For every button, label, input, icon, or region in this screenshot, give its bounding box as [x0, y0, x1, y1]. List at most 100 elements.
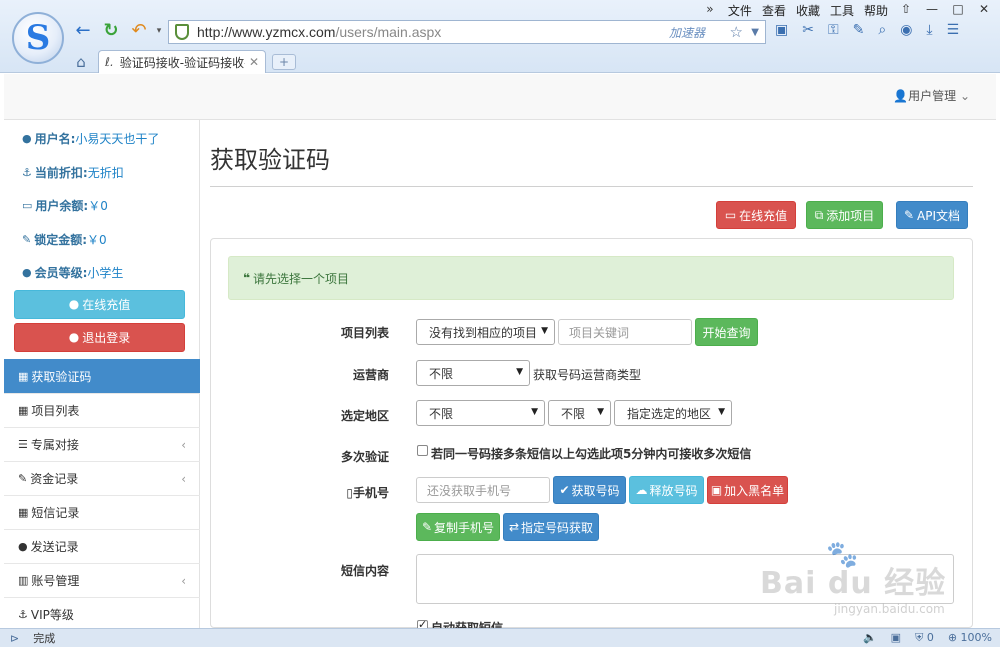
region-city-select[interactable]: 不限 ▼ [548, 400, 611, 426]
tab-title: 验证码接收-验证码接收平 [119, 55, 245, 70]
recharge-button[interactable]: ▭ 在线充值 [716, 201, 796, 229]
table-icon: ▦ [18, 404, 29, 417]
close-window-button[interactable]: ✕ [976, 2, 992, 19]
menu-view[interactable]: 查看 [762, 2, 786, 19]
edit-icon: ✎ [421, 520, 433, 534]
external-link-icon: ⧉ [814, 207, 824, 222]
multi-verify-checkbox[interactable] [417, 445, 428, 456]
accelerator-label[interactable]: 加速器 [669, 24, 705, 41]
title-divider [210, 186, 973, 187]
address-dropdown-icon[interactable]: ▼ [751, 27, 759, 38]
chat-icon[interactable]: ◉ [900, 22, 912, 38]
carrier-select[interactable]: 不限 ▼ [416, 360, 530, 386]
new-tab-button[interactable]: + [272, 54, 296, 70]
sidebar-item-funds[interactable]: ✎ 资金记录 ‹ [4, 461, 200, 495]
tab-close-icon[interactable]: ✕ [249, 55, 259, 69]
add-project-button[interactable]: ⧉ 添加项目 [806, 201, 883, 229]
skin-icon[interactable]: ⇧ [898, 2, 914, 19]
sidebar-item-vip[interactable]: ⚓ VIP等级 [4, 597, 200, 631]
info-balance: ▭ 用户余额: ￥0 [22, 199, 108, 214]
apple-icon: ● [18, 540, 28, 553]
mobile-icon: ▯ [346, 486, 353, 500]
security-shield-icon [175, 24, 189, 40]
tab-active[interactable]: ℓ. 验证码接收-验证码接收平 ✕ [98, 50, 266, 73]
menu-favorites[interactable]: 收藏 [796, 2, 820, 19]
pencil-icon: ✎ [18, 472, 28, 485]
caret-down-icon: ▼ [541, 326, 548, 336]
sidebar-toggle-icon[interactable]: ⊳ [10, 632, 19, 645]
menu-icon[interactable]: ☰ [947, 22, 960, 38]
user-icon: ● [22, 132, 32, 146]
logout-button[interactable]: ● 退出登录 [14, 322, 185, 352]
sidebar-item-sms-records[interactable]: ▦ 短信记录 [4, 495, 200, 529]
sound-icon[interactable]: 🔈 [863, 631, 877, 645]
scissors-icon[interactable]: ✂ [802, 22, 814, 38]
page-topbar: 👤用户管理 ⌄ [4, 74, 996, 120]
maximize-button[interactable]: □ [950, 2, 966, 19]
sidebar-item-exclusive[interactable]: ☰ 专属对接 ‹ [4, 427, 200, 461]
sidebar-item-account[interactable]: ▥ 账号管理 ‹ [4, 563, 200, 597]
chevron-left-icon: ‹ [181, 573, 186, 588]
sidebar-item-project-list[interactable]: ▦ 项目列表 [4, 393, 200, 427]
back-icon[interactable]: ← [72, 20, 94, 42]
menu-tools[interactable]: 工具 [830, 2, 854, 19]
edit-icon: ✎ [903, 208, 915, 222]
browser-logo[interactable]: S [12, 12, 64, 64]
caret-down-icon: ▼ [516, 367, 523, 377]
sidebar-item-get-code[interactable]: ▦ 获取验证码 [4, 359, 200, 393]
refresh-icon[interactable]: ↻ [100, 20, 122, 42]
menu-help[interactable]: 帮助 [864, 2, 888, 19]
release-number-button[interactable]: ☁ 释放号码 [629, 476, 704, 504]
home-icon[interactable]: ⌂ [70, 53, 92, 73]
key-icon[interactable]: ⚿ [828, 22, 839, 38]
chevron-left-icon: ‹ [181, 437, 186, 452]
search-tool-icon[interactable]: ⌕ [878, 22, 886, 38]
project-keyword-input[interactable]: 项目关键词 [558, 319, 692, 345]
minimize-button[interactable]: — [924, 2, 940, 19]
bar-chart-icon: ▥ [18, 574, 29, 587]
address-path: /users/main.aspx [335, 24, 442, 40]
browser-chrome: S » 文件 查看 收藏 工具 帮助 ⇧ — □ ✕ ← ↻ ↶ ▾ http:… [0, 0, 1000, 73]
sidebar-recharge-button[interactable]: ● 在线充值 [14, 289, 185, 319]
zoom-control[interactable]: ⊕ 100% [948, 631, 992, 645]
translate-icon[interactable]: ✎ [853, 22, 865, 38]
more-icon[interactable]: » [702, 2, 718, 19]
get-number-button[interactable]: ✔ 获取号码 [553, 476, 626, 504]
info-discount: ⚓ 当前折扣: 无折扣 [22, 165, 124, 180]
toolbar-icons: ▣ ✂ ⚿ ✎ ⌕ ◉ ⤓ ☰ [775, 22, 959, 38]
page-favicon-icon: ℓ. [105, 55, 114, 69]
api-doc-button[interactable]: ✎ API文档 [896, 201, 968, 229]
blacklist-button[interactable]: ▣ 加入黑名单 [707, 476, 788, 504]
menu-file[interactable]: 文件 [728, 2, 752, 19]
apple-icon: ● [22, 266, 32, 280]
address-bar[interactable]: http://www.yzmcx.com/users/main.aspx 加速器… [168, 20, 766, 44]
project-select[interactable]: 没有找到相应的项目 ▼ [416, 319, 555, 345]
download-icon[interactable]: ⤓ [926, 22, 932, 38]
search-button[interactable]: 开始查询 [695, 318, 758, 346]
baidu-watermark: 🐾 Bai du 经验 jingyan.baidu.com [760, 540, 947, 616]
alert-message: ❝ 请先选择一个项目 [228, 256, 954, 300]
region-province-select[interactable]: 不限 ▼ [416, 400, 545, 426]
status-text: 完成 [33, 632, 56, 645]
undo-dropdown-icon[interactable]: ▾ [148, 20, 170, 42]
circle-icon: ● [68, 330, 80, 344]
sidebar-nav: ▦ 获取验证码 ▦ 项目列表 ☰ 专属对接 ‹ ✎ 资金记录 ‹ ▦ 短信记录 ● 发送记录 ▥… [4, 359, 200, 631]
table-icon: ▦ [18, 506, 29, 519]
device-icon[interactable]: ▣ [891, 631, 901, 645]
info-locked-amount: ✎ 锁定金额: ￥0 [22, 232, 107, 247]
undo-icon[interactable]: ↶ [128, 20, 150, 42]
caret-down-icon: ▼ [718, 407, 725, 417]
address-url: http://www.yzmcx.com [197, 24, 336, 40]
sidebar-item-send-records[interactable]: ● 发送记录 [4, 529, 200, 563]
specify-number-button[interactable]: ⇄ 指定号码获取 [503, 513, 599, 541]
copy-phone-button[interactable]: ✎ 复制手机号 [416, 513, 500, 541]
favorite-star-icon[interactable]: ☆ [730, 23, 743, 41]
sidebar: ● 用户名: 小易天天也干了 ⚓ 当前折扣: 无折扣 ▭ 用户余额: ￥0 ✎ 锁定金额: ￥0… [4, 120, 200, 628]
screenshot-icon[interactable]: ▣ [775, 22, 788, 38]
user-management-menu[interactable]: 👤用户管理 ⌄ [893, 87, 970, 104]
multi-verify-label: 多次验证 [340, 450, 389, 464]
chevron-down-icon: ⌄ [959, 89, 970, 103]
phone-input[interactable]: 还没获取手机号 [416, 477, 550, 503]
security-status[interactable]: ⛨ 0 [915, 631, 934, 645]
region-specify-select[interactable]: 指定选定的地区 ▼ [614, 400, 732, 426]
